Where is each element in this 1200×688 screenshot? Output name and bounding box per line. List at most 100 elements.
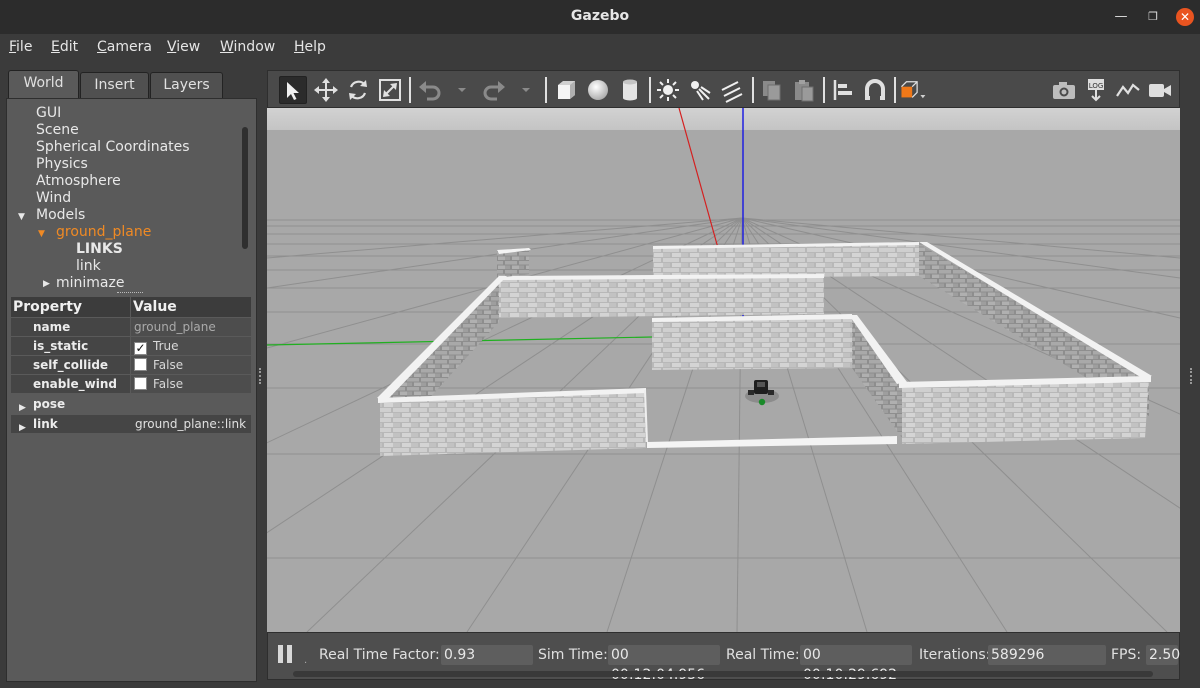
minimize-icon[interactable]: —	[1112, 8, 1130, 26]
property-name: is_static	[11, 337, 130, 355]
fps-label: FPS:	[1111, 647, 1142, 663]
maximize-icon[interactable]: ❐	[1144, 8, 1162, 26]
property-value: True	[153, 339, 179, 353]
pause-icon[interactable]	[278, 645, 294, 665]
tree-item-minimaze[interactable]: minimaze	[56, 275, 124, 291]
svg-text:LOG: LOG	[1089, 82, 1104, 90]
tab-world[interactable]: World	[8, 70, 79, 99]
toolbar-separator	[409, 77, 411, 103]
property-row-name: name ground_plane	[11, 318, 251, 336]
scale-icon[interactable]	[376, 76, 404, 104]
undo-dropdown-icon[interactable]	[448, 76, 466, 104]
tree-item-physics[interactable]: Physics	[36, 156, 88, 172]
close-icon[interactable]: ✕	[1176, 8, 1194, 26]
tree-item-link[interactable]: link	[76, 258, 101, 274]
self-collide-checkbox[interactable]	[134, 358, 147, 371]
expand-right-icon[interactable]: ▶	[19, 419, 26, 437]
property-name: name	[11, 318, 130, 336]
expand-down-icon[interactable]: ▼	[38, 229, 45, 239]
menu-view[interactable]: View	[167, 39, 200, 55]
directional-light-icon[interactable]	[718, 76, 746, 104]
redo-dropdown-icon[interactable]	[512, 76, 530, 104]
tree-scrollbar[interactable]	[242, 127, 248, 249]
sim-time-label: Sim Time:	[538, 647, 608, 663]
expand-right-icon[interactable]: ▶	[43, 279, 50, 289]
menu-window[interactable]: Window	[220, 39, 275, 55]
select-arrow-icon[interactable]	[279, 76, 307, 104]
left-panel: World Insert Layers GUI Scene Spherical …	[6, 70, 257, 682]
cylinder-icon[interactable]	[616, 76, 644, 104]
toolbar: LOG	[267, 70, 1180, 108]
menu-bar: File Edit Camera View Window Help	[0, 34, 1200, 62]
undo-icon[interactable]	[416, 76, 444, 104]
scene-render	[267, 108, 1180, 632]
property-value-cell: False	[131, 375, 251, 393]
header-value: Value	[131, 297, 251, 317]
expand-down-icon[interactable]: ▼	[18, 212, 25, 222]
plot-icon[interactable]	[1114, 76, 1142, 104]
screenshot-icon[interactable]	[1050, 76, 1078, 104]
menu-file[interactable]: File	[9, 39, 32, 55]
toolbar-separator	[894, 77, 896, 103]
scene-viewport[interactable]	[267, 108, 1180, 632]
is-static-checkbox[interactable]: ✓	[134, 342, 147, 355]
sim-time-value: 00 00:12:04.956	[608, 645, 720, 683]
tree-item-models[interactable]: Models	[36, 207, 85, 223]
tab-layers[interactable]: Layers	[150, 72, 223, 99]
rotate-icon[interactable]	[344, 76, 372, 104]
property-group-link[interactable]: ▶ link ground_plane::link	[11, 415, 251, 433]
property-group-pose[interactable]: ▶ pose	[11, 395, 251, 413]
menu-camera[interactable]: Camera	[97, 39, 152, 55]
fps-value: 2.50	[1146, 645, 1180, 665]
property-row-self-collide: self_collide False	[11, 356, 251, 374]
property-value: ground_plane	[131, 318, 251, 336]
left-splitter-handle[interactable]	[259, 368, 263, 384]
tab-insert[interactable]: Insert	[80, 72, 149, 99]
spot-light-icon[interactable]	[686, 76, 714, 104]
record-video-icon[interactable]	[1146, 76, 1174, 104]
enable-wind-checkbox[interactable]	[134, 377, 147, 390]
tree-item-atmosphere[interactable]: Atmosphere	[36, 173, 121, 189]
tree-item-gui[interactable]: GUI	[36, 105, 61, 121]
world-tree[interactable]: GUI Scene Spherical Coordinates Physics …	[7, 99, 251, 295]
right-splitter-handle[interactable]	[1190, 368, 1194, 384]
tree-item-wind[interactable]: Wind	[36, 190, 71, 206]
property-group-value: ground_plane::link	[135, 417, 247, 431]
sphere-icon[interactable]	[584, 76, 612, 104]
sky-band	[267, 108, 1180, 130]
view-angle-icon[interactable]	[899, 76, 933, 104]
title-bar: Gazebo — ❐ ✕	[0, 0, 1200, 34]
copy-icon[interactable]	[758, 76, 786, 104]
header-property: Property	[11, 297, 130, 317]
status-scrollbar[interactable]	[293, 671, 1153, 677]
panel-splitter[interactable]	[117, 292, 143, 294]
toolbar-separator	[649, 77, 651, 103]
box-icon[interactable]	[552, 76, 580, 104]
toolbar-separator	[752, 77, 754, 103]
log-icon[interactable]: LOG	[1082, 76, 1110, 104]
paste-icon[interactable]	[790, 76, 818, 104]
property-value: False	[153, 358, 184, 372]
property-row-enable-wind: enable_wind False	[11, 375, 251, 393]
world-panel: GUI Scene Spherical Coordinates Physics …	[6, 98, 257, 682]
tree-header-links: LINKS	[76, 241, 123, 257]
menu-help[interactable]: Help	[294, 39, 326, 55]
property-name: enable_wind	[11, 375, 130, 393]
tree-item-spherical-coordinates[interactable]: Spherical Coordinates	[36, 139, 190, 155]
point-light-icon[interactable]	[654, 76, 682, 104]
status-bar: . Real Time Factor: 0.93 Sim Time: 00 00…	[267, 632, 1180, 683]
menu-edit[interactable]: Edit	[51, 39, 78, 55]
translate-icon[interactable]	[312, 76, 340, 104]
step-dot: .	[304, 655, 308, 666]
toolbar-separator	[545, 77, 547, 103]
property-name: self_collide	[11, 356, 130, 374]
iterations-value: 589296	[988, 645, 1106, 665]
tree-item-ground-plane[interactable]: ground_plane	[56, 224, 151, 240]
redo-icon[interactable]	[480, 76, 508, 104]
tree-item-scene[interactable]: Scene	[36, 122, 79, 138]
property-value-cell: False	[131, 356, 251, 374]
align-icon[interactable]	[829, 76, 857, 104]
real-time-factor-label: Real Time Factor:	[319, 647, 440, 663]
snap-icon[interactable]	[861, 76, 889, 104]
property-group-label: link	[33, 417, 58, 431]
